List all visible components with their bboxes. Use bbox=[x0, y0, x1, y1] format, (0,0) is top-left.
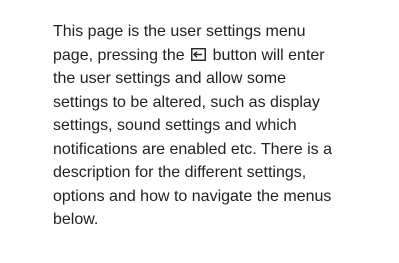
enter-icon bbox=[191, 47, 207, 61]
text-line: options and how to navigate the menus bbox=[53, 187, 332, 205]
text-line: notifications are enabled etc. There is … bbox=[53, 140, 332, 158]
text-line: page, pressing the button will enter bbox=[53, 44, 393, 68]
description-paragraph: This page is the user settings menu page… bbox=[53, 20, 393, 232]
text-line: settings to be altered, such as display bbox=[53, 93, 320, 111]
text-line: description for the different settings, bbox=[53, 164, 307, 181]
text-line: settings, sound settings and which bbox=[53, 117, 297, 134]
text-line: This page is the user settings menu bbox=[53, 23, 306, 40]
text-line: below. bbox=[53, 211, 99, 228]
text-segment: button will enter bbox=[212, 46, 325, 64]
text-segment: page, pressing the bbox=[53, 46, 185, 64]
text-line: the user settings and allow some bbox=[53, 70, 287, 87]
